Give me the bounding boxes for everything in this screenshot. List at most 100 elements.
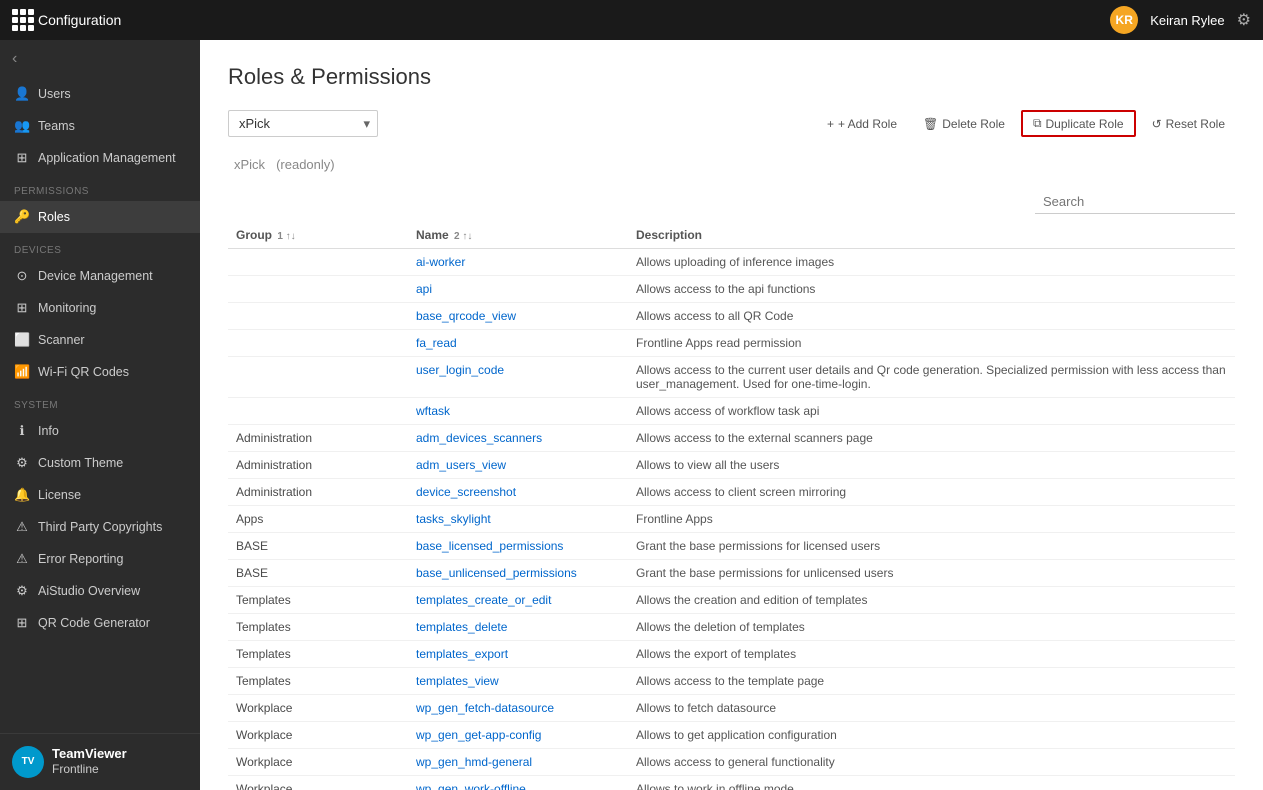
cell-description: Allows the export of templates [628,641,1235,668]
col-header-description: Description [628,222,1235,249]
sidebar-item-device-management[interactable]: ⊙ Device Management [0,260,200,292]
sidebar-item-users[interactable]: 👤 Users [0,78,200,110]
role-select[interactable]: xPick Admin Viewer [228,110,378,137]
sidebar-item-scanner[interactable]: ⬜ Scanner [0,324,200,356]
name-sort-icon[interactable]: 2 ↑↓ [454,231,472,242]
table-row: Workplace wp_gen_hmd-general Allows acce… [228,749,1235,776]
cell-name: base_unlicensed_permissions [408,560,628,587]
cell-name: api [408,276,628,303]
duplicate-role-button[interactable]: ⧉ Duplicate Role [1021,110,1136,137]
table-row: Apps tasks_skylight Frontline Apps [228,506,1235,533]
sidebar-item-monitoring[interactable]: ⊞ Monitoring [0,292,200,324]
cell-group: Administration [228,452,408,479]
sidebar-collapse-button[interactable]: ‹ [0,40,200,78]
cell-description: Allows access to the template page [628,668,1235,695]
error-icon: ⚠ [14,551,30,567]
sidebar-item-qr-generator[interactable]: ⊞ QR Code Generator [0,607,200,639]
table-row: BASE base_licensed_permissions Grant the… [228,533,1235,560]
license-icon: 🔔 [14,487,30,503]
cell-description: Allows access to the current user detail… [628,357,1235,398]
table-row: api Allows access to the api functions [228,276,1235,303]
cell-description: Allows access to client screen mirroring [628,479,1235,506]
sidebar-item-info[interactable]: ℹ Info [0,415,200,447]
page-title: Roles & Permissions [228,64,1235,90]
toolbar: xPick Admin Viewer ▾ + + Add Role 🗑 Dele… [228,110,1235,137]
cell-group: Templates [228,668,408,695]
table-row: Templates templates_view Allows access t… [228,668,1235,695]
cell-description: Grant the base permissions for unlicense… [628,560,1235,587]
table-row: Templates templates_create_or_edit Allow… [228,587,1235,614]
table-row: Workplace wp_gen_work-offline Allows to … [228,776,1235,790]
device-management-icon: ⊙ [14,268,30,284]
cell-name: device_screenshot [408,479,628,506]
sidebar-label-wifi-qr: Wi-Fi QR Codes [38,365,129,379]
cell-description: Frontline Apps read permission [628,330,1235,357]
section-label-system: SYSTEM [0,388,200,415]
sidebar-label-error-reporting: Error Reporting [38,552,123,566]
table-row: ai-worker Allows uploading of inference … [228,249,1235,276]
role-select-wrapper: xPick Admin Viewer ▾ [228,110,378,137]
app-grid-icon[interactable] [12,9,34,31]
toolbar-actions: + + Add Role 🗑 Delete Role ⧉ Duplicate R… [817,110,1235,137]
sidebar-item-aistudio[interactable]: ⚙ AiStudio Overview [0,575,200,607]
table-row: Administration adm_users_view Allows to … [228,452,1235,479]
user-name: Keiran Rylee [1150,13,1224,28]
table-row: Workplace wp_gen_fetch-datasource Allows… [228,695,1235,722]
monitoring-icon: ⊞ [14,300,30,316]
cell-group: Templates [228,641,408,668]
sidebar-label-qr-generator: QR Code Generator [38,616,150,630]
cell-description: Allows to get application configuration [628,722,1235,749]
cell-name: wftask [408,398,628,425]
cell-name: adm_users_view [408,452,628,479]
sidebar-item-wifi-qr[interactable]: 📶 Wi-Fi QR Codes [0,356,200,388]
cell-group: Workplace [228,695,408,722]
permissions-table: Group 1 ↑↓ Name 2 ↑↓ Description ai-work… [228,222,1235,790]
cell-description: Allows access to all QR Code [628,303,1235,330]
teams-icon: 👥 [14,118,30,134]
cell-description: Allows access to general functionality [628,749,1235,776]
table-row: Templates templates_delete Allows the de… [228,614,1235,641]
duplicate-icon: ⧉ [1033,116,1042,131]
table-row: Templates templates_export Allows the ex… [228,641,1235,668]
sidebar-label-teams: Teams [38,119,75,133]
sidebar-item-teams[interactable]: 👥 Teams [0,110,200,142]
cell-name: wp_gen_get-app-config [408,722,628,749]
sidebar-label-roles: Roles [38,210,70,224]
reset-role-button[interactable]: ↺ Reset Role [1142,112,1235,136]
sidebar-label-third-party: Third Party Copyrights [38,520,162,534]
search-input[interactable] [1035,190,1235,214]
cell-description: Allows to fetch datasource [628,695,1235,722]
section-label-devices: DEVICES [0,233,200,260]
cell-group [228,357,408,398]
brand-text: TeamViewer Frontline [52,746,127,778]
sidebar-label-scanner: Scanner [38,333,85,347]
sidebar-item-roles[interactable]: 🔑 Roles [0,201,200,233]
group-sort-icon[interactable]: 1 ↑↓ [277,231,295,242]
add-icon: + [827,117,834,131]
cell-description: Allows access to the external scanners p… [628,425,1235,452]
teamviewer-logo: TV [12,746,44,778]
table-row: Administration adm_devices_scanners Allo… [228,425,1235,452]
sidebar-item-error-reporting[interactable]: ⚠ Error Reporting [0,543,200,575]
sidebar-label-aistudio: AiStudio Overview [38,584,140,598]
settings-icon[interactable]: ⚙ [1237,10,1251,30]
add-role-button[interactable]: + + Add Role [817,112,907,136]
sidebar-item-custom-theme[interactable]: ⚙ Custom Theme [0,447,200,479]
scanner-icon: ⬜ [14,332,30,348]
qr-generator-icon: ⊞ [14,615,30,631]
role-heading: xPick (readonly) [228,153,1235,174]
cell-description: Allows to work in offline mode [628,776,1235,790]
sidebar-item-license[interactable]: 🔔 License [0,479,200,511]
cell-group [228,398,408,425]
cell-group: Templates [228,614,408,641]
search-bar [228,190,1235,214]
cell-group: Workplace [228,749,408,776]
cell-group: Administration [228,425,408,452]
sidebar: ‹ 👤 Users 👥 Teams ⊞ Application Manageme… [0,40,200,790]
delete-role-button[interactable]: 🗑 Delete Role [913,112,1015,136]
cell-group: Workplace [228,776,408,790]
sidebar-item-app-management[interactable]: ⊞ Application Management [0,142,200,174]
cell-name: base_licensed_permissions [408,533,628,560]
sidebar-item-third-party[interactable]: ⚠ Third Party Copyrights [0,511,200,543]
cell-name: templates_view [408,668,628,695]
